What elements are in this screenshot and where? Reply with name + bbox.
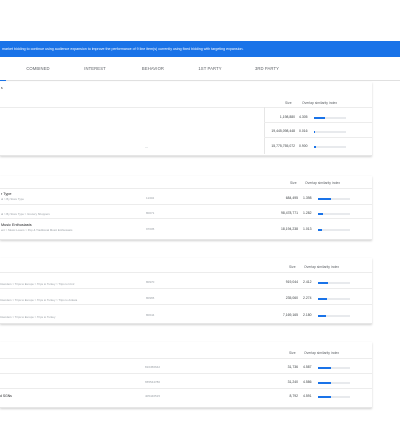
audience-card-1st-party: Size Overlap similarity index 816456642 …: [0, 342, 372, 408]
row-size: 18,194,238: [281, 227, 298, 231]
row-title[interactable]: r Type: [1, 192, 11, 196]
size-header: Size: [289, 351, 296, 355]
overlap-bar: [318, 197, 350, 200]
overlap-bar: [318, 314, 350, 317]
tab-1st-party[interactable]: 1ST PARTY: [188, 57, 232, 81]
row-index: 1.282: [303, 211, 312, 215]
row-index: 2.180: [303, 313, 312, 317]
tab-combined[interactable]: COMBINED: [18, 57, 58, 81]
audience-card-combined: s Size Overlap similarity index 1,198,88…: [0, 82, 372, 156]
row-size: 31,736: [287, 365, 298, 369]
overlap-bar: [318, 228, 350, 231]
row-size: 19,445,098,448: [271, 129, 295, 133]
audience-card-behavior: Size Overlap similarity index Intenders …: [0, 258, 372, 324]
row-path: Intenders > Trips to Europe > Trips to T…: [0, 298, 78, 302]
size-header: Size: [289, 265, 296, 269]
row-index: 4.591: [303, 394, 312, 398]
tab-interest[interactable]: INTEREST: [75, 57, 115, 81]
row-code: 816456642: [145, 365, 161, 369]
tab-3rd-party[interactable]: 3RD PARTY: [245, 57, 289, 81]
row-index: 2.274: [303, 296, 312, 300]
row-index: 0.900: [299, 144, 308, 148]
row-path: Intenders > Trips to Europe > Trips to T…: [0, 315, 56, 319]
row-size: 235,060: [285, 296, 298, 300]
row-path: ent > Music Lovers > Pop & Traditional M…: [1, 228, 73, 232]
size-header: Size: [285, 101, 292, 105]
overlap-bar: [318, 395, 350, 398]
row-size: 15,775,755,072: [271, 144, 295, 148]
row-size: 919,044: [285, 280, 298, 284]
overlap-header: Overlap similarity index: [305, 181, 341, 185]
row-path: Intenders > Trips to Europe > Trips to T…: [0, 282, 75, 286]
row-code: 655544780: [145, 380, 161, 384]
row-index: 2.412: [303, 280, 312, 284]
overlap-header: Overlap similarity index: [304, 351, 340, 355]
row-title[interactable]: Music Enthusiasts: [1, 223, 32, 227]
overlap-bar: [314, 130, 346, 133]
recommendation-banner: market bidding to continue using audienc…: [0, 41, 400, 57]
row-code: —: [145, 145, 148, 149]
row-size: 684,495: [285, 196, 298, 200]
row-code: 97005: [146, 227, 155, 231]
size-header: Size: [290, 181, 297, 185]
row-size: 7,169,165: [282, 313, 298, 317]
overlap-bar: [318, 366, 350, 369]
audience-tabs: COMBINED INTEREST BEHAVIOR 1ST PARTY 3RD…: [0, 57, 400, 81]
overlap-bar: [318, 381, 350, 384]
overlap-bar: [314, 116, 346, 119]
row-size: 98,478,771: [281, 211, 298, 215]
overlap-bar: [314, 145, 346, 148]
row-index: 1.013: [303, 227, 312, 231]
row-title[interactable]: d SGNs: [0, 394, 12, 398]
row-code: 80071: [146, 211, 155, 215]
row-code: 80965: [146, 296, 155, 300]
overlap-header: Overlap similarity index: [302, 101, 338, 105]
row-code: 80970: [146, 280, 155, 284]
row-index: 0.016: [299, 129, 308, 133]
row-code: 11302: [146, 196, 155, 200]
overlap-header: Overlap similarity index: [304, 265, 340, 269]
row-size: 1,198,880: [279, 115, 295, 119]
card-title: s: [1, 86, 3, 90]
row-path: al > By Store Type: [1, 197, 24, 201]
row-size: 8,792: [289, 394, 299, 398]
row-index: 1.398: [303, 196, 312, 200]
row-size: 31,240: [287, 380, 298, 384]
overlap-bar: [318, 297, 350, 300]
row-index: 4.587: [303, 365, 312, 369]
audience-card-interest: Size Overlap similarity index r Type al …: [0, 176, 372, 240]
row-code: 405446515: [145, 394, 161, 398]
row-path: al > By Store Type > Grocery Shoppers: [1, 212, 50, 216]
tab-active-indicator[interactable]: [0, 57, 6, 81]
overlap-bar: [318, 212, 350, 215]
tab-behavior[interactable]: BEHAVIOR: [132, 57, 174, 81]
row-code: 80644: [146, 313, 155, 317]
overlap-bar: [318, 281, 350, 284]
row-index: 4.305: [299, 115, 308, 119]
row-index: 4.586: [303, 380, 312, 384]
